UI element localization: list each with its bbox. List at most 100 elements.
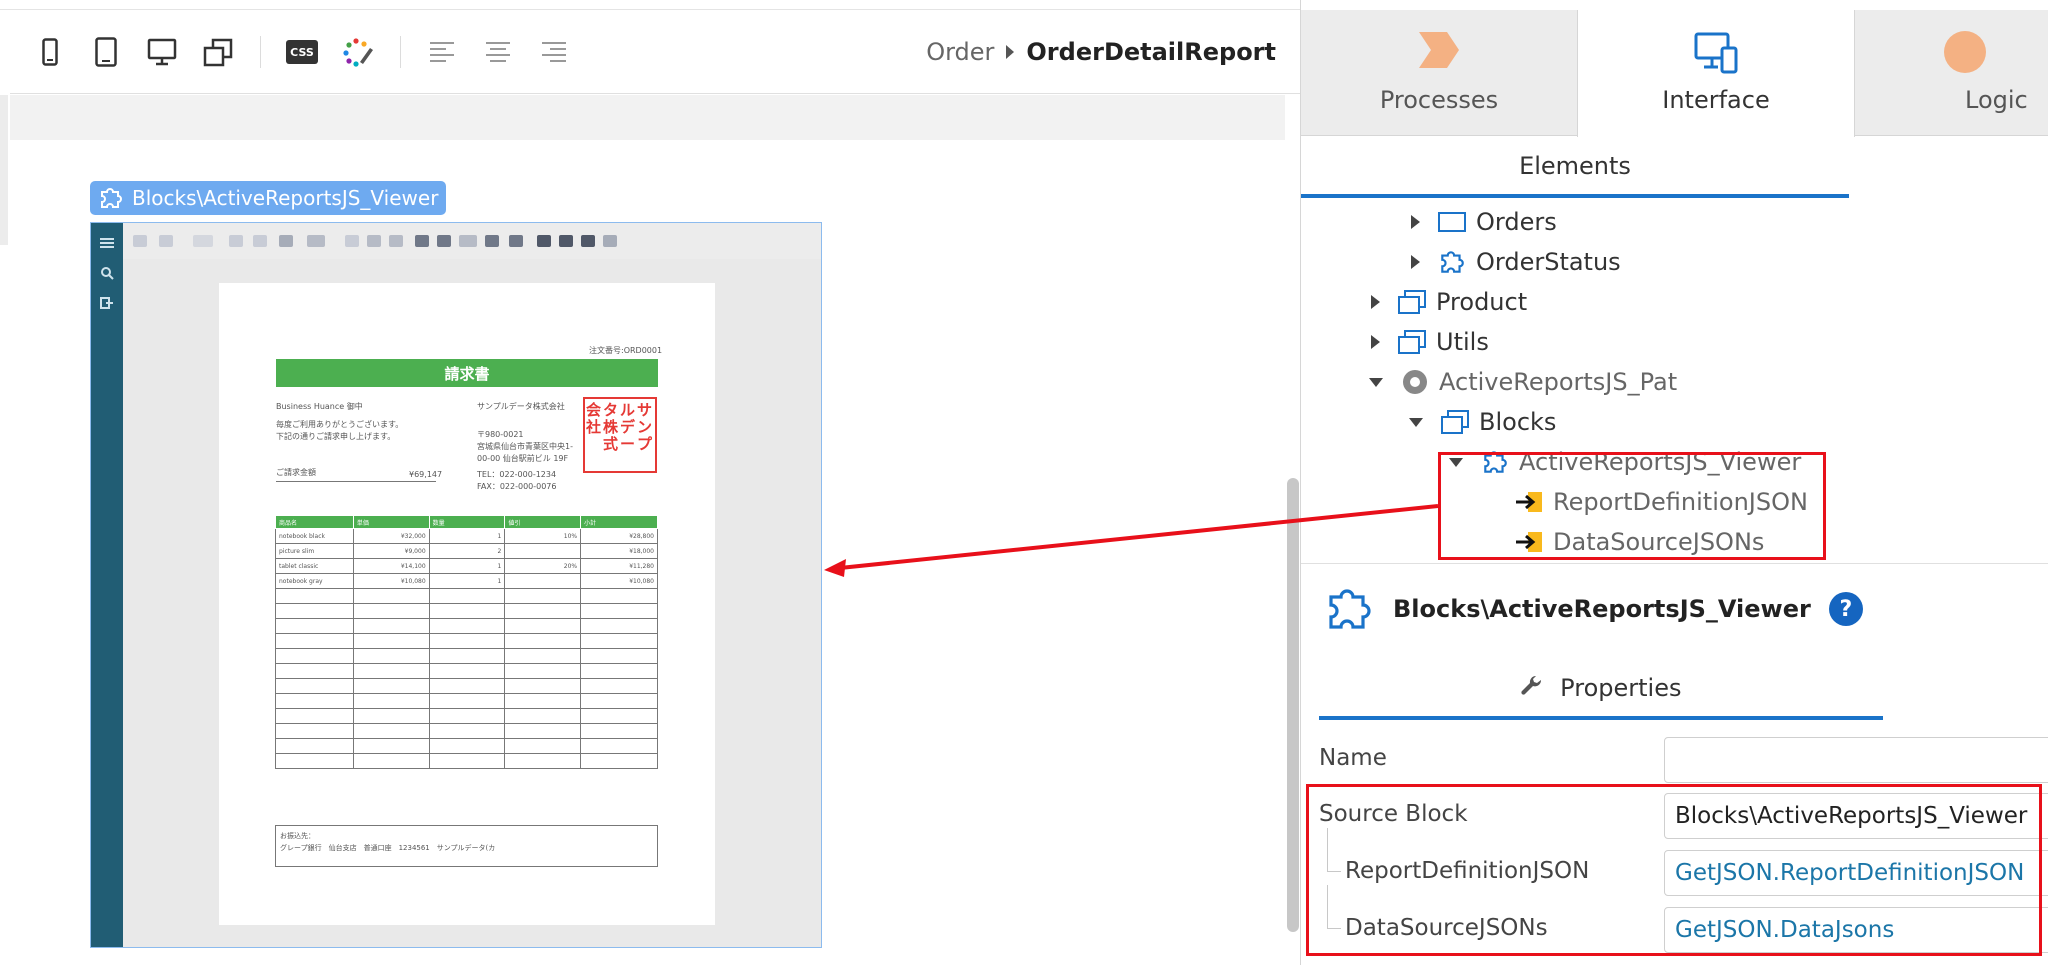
report-viewer[interactable]: 注文番号:ORD0001 請求書 Business Huance 御中 毎度ご利… [90, 222, 822, 948]
report-customer: Business Huance 御中 [276, 402, 363, 411]
chevron-down-icon[interactable] [1409, 417, 1423, 427]
tree-item-orderstatus[interactable]: OrderStatus [1411, 242, 1621, 282]
tab-logic[interactable]: Logic [1855, 10, 2048, 136]
print-icon[interactable] [537, 235, 551, 247]
block-icon [1436, 247, 1468, 277]
chevron-right-icon[interactable] [1411, 255, 1420, 269]
chevron-right-icon[interactable] [1371, 295, 1380, 309]
tab-logic-label: Logic [1965, 86, 2028, 114]
page-view-icon[interactable] [345, 235, 359, 247]
table-row [275, 678, 658, 694]
name-field[interactable] [1664, 737, 2048, 783]
pan-icon[interactable] [415, 235, 429, 247]
flow-icon [1396, 287, 1428, 317]
properties-header: Blocks\ActiveReportsJS_Viewer ? [1321, 584, 1863, 634]
report-address-1: 宮城県仙台市青葉区中央1- [477, 442, 573, 451]
tree-item-blocks[interactable]: Blocks [1409, 402, 1556, 442]
search-icon[interactable] [99, 265, 115, 281]
chevron-right-icon[interactable] [1371, 335, 1380, 349]
next-page-icon[interactable] [229, 235, 243, 247]
tree-item-label: Blocks [1479, 408, 1557, 436]
menu-icon[interactable] [99, 235, 115, 251]
tab-elements[interactable]: Elements [1301, 138, 1849, 198]
report-tel: TEL：022-000-1234 [477, 470, 557, 479]
breadcrumb-parent[interactable]: Order [926, 38, 994, 66]
tree-item-label: Orders [1476, 208, 1557, 236]
report-fax: FAX：022-000-0076 [477, 482, 557, 491]
back-icon[interactable] [367, 235, 381, 247]
help-icon[interactable]: ? [1828, 592, 1863, 626]
canvas-header-band [10, 95, 1285, 140]
breadcrumb: Order OrderDetailReport [926, 34, 1276, 70]
report-postal: 〒980-0021 [477, 430, 524, 439]
tree-item-activereportsjs-pat[interactable]: ActiveReportsJS_Pat [1369, 362, 1677, 402]
cancel-icon[interactable] [307, 235, 325, 247]
report-order-number: 注文番号:ORD0001 [589, 346, 663, 355]
layer-tabs: Processes Interface Logic [1301, 10, 2048, 137]
block-tag[interactable]: Blocks\ActiveReportsJS_Viewer [90, 181, 447, 215]
tree-item-orders[interactable]: Orders [1411, 202, 1557, 242]
col-quantity: 数量 [428, 515, 506, 529]
toolbar-separator [400, 36, 401, 68]
fit-icon[interactable] [509, 235, 523, 247]
property-name: Name [1319, 735, 2048, 785]
report-title: 請求書 [276, 359, 658, 387]
css-icon[interactable]: CSS [284, 34, 320, 70]
align-center-icon[interactable] [480, 34, 516, 70]
report-total-label: ご請求金額 [276, 468, 316, 477]
last-page-icon[interactable] [253, 235, 267, 247]
export-icon[interactable] [99, 295, 115, 311]
tab-properties-label: Properties [1560, 674, 1682, 702]
table-row [275, 753, 658, 769]
first-page-icon[interactable] [133, 235, 147, 247]
tree-item-product[interactable]: Product [1371, 282, 1527, 322]
table-row [275, 693, 658, 709]
tab-processes[interactable]: Processes [1301, 10, 1577, 136]
table-row [275, 633, 658, 649]
tablet-icon[interactable] [88, 34, 124, 70]
tab-interface[interactable]: Interface [1577, 10, 1855, 137]
single-page-icon[interactable] [559, 235, 573, 247]
report-table-header: 商品名 単価 数量 値引 小計 [275, 515, 658, 529]
theme-icon[interactable] [340, 34, 376, 70]
zoom-out-icon[interactable] [437, 235, 451, 247]
page-number-input[interactable] [193, 235, 213, 247]
zoom-level[interactable] [459, 235, 477, 247]
canvas-scrollbar[interactable] [1287, 478, 1299, 932]
logic-icon [1943, 30, 1987, 74]
refresh-icon[interactable] [279, 235, 293, 247]
tree-item-label: ActiveReportsJS_Pat [1439, 368, 1678, 396]
canvas-toolbar: CSS Order OrderDetailReport [10, 10, 1300, 94]
align-right-icon[interactable] [536, 34, 572, 70]
viewer-sidebar [91, 223, 123, 947]
tree-item-utils[interactable]: Utils [1371, 322, 1489, 362]
phone-icon[interactable] [32, 34, 68, 70]
processes-icon [1417, 30, 1461, 74]
prev-page-icon[interactable] [159, 235, 173, 247]
table-row [275, 738, 658, 754]
block-icon [1321, 585, 1377, 633]
report-total-underline [276, 481, 436, 482]
chevron-down-icon[interactable] [1369, 377, 1383, 387]
properties-title: Blocks\ActiveReportsJS_Viewer [1393, 595, 1811, 623]
forward-icon[interactable] [389, 235, 403, 247]
breadcrumb-current: OrderDetailReport [1026, 38, 1276, 66]
desktop-icon[interactable] [144, 34, 180, 70]
flow-icon [1439, 407, 1471, 437]
report-greeting-1: 毎度ご利用ありがとうございます。 [276, 420, 404, 429]
col-discount: 値引 [504, 515, 582, 529]
report-items-table: 商品名 単価 数量 値引 小計 notebook black ¥32,000 1 10… [275, 515, 658, 769]
zoom-in-icon[interactable] [485, 235, 499, 247]
galley-icon[interactable] [603, 235, 617, 247]
block-tag-label: Blocks\ActiveReportsJS_Viewer [132, 186, 439, 210]
rotate-icon[interactable] [200, 34, 236, 70]
continuous-icon[interactable] [581, 235, 595, 247]
table-row [275, 588, 658, 604]
tab-properties[interactable]: Properties [1319, 660, 1883, 720]
report-bank-label: お振込先： [280, 832, 315, 840]
block-icon [98, 186, 124, 210]
chevron-right-icon[interactable] [1411, 215, 1420, 229]
module-icon [1399, 367, 1431, 397]
align-left-icon[interactable] [424, 34, 460, 70]
col-item-name: 商品名 [275, 515, 354, 529]
